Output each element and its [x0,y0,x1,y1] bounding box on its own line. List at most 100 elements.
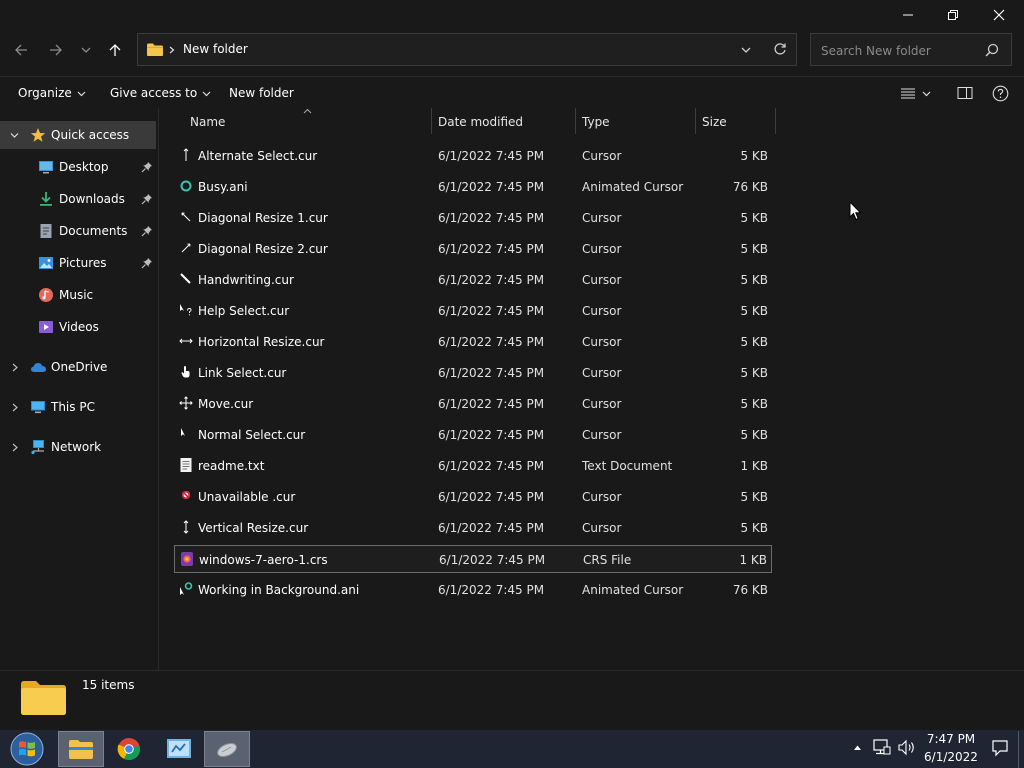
taskbar-control-panel[interactable] [156,731,202,767]
network-status-icon[interactable] [873,739,891,756]
file-row[interactable]: Link Select.cur 6/1/2022 7:45 PM Cursor … [174,359,772,387]
cursor-file-icon [183,148,189,161]
close-button[interactable] [976,0,1022,30]
file-row[interactable]: Handwriting.cur 6/1/2022 7:45 PM Cursor … [174,266,772,294]
clock-time[interactable]: 7:47 PM [924,732,978,746]
file-date: 6/1/2022 7:45 PM [438,459,545,473]
organize-button[interactable]: Organize [18,84,86,102]
search-icon[interactable] [985,43,999,57]
file-row[interactable]: Unavailable .cur 6/1/2022 7:45 PM Cursor… [174,483,772,511]
nav-desktop[interactable]: Desktop [0,153,156,181]
file-row[interactable]: readme.txt 6/1/2022 7:45 PM Text Documen… [174,452,772,480]
large-folder-icon [21,681,66,715]
file-type: Cursor [582,397,622,411]
forward-button[interactable] [43,38,69,62]
download-icon [40,192,52,206]
taskbar-mouse-properties[interactable] [204,731,250,767]
column-divider[interactable] [695,108,696,134]
taskbar-chrome[interactable] [106,731,152,767]
sort-ascending-icon [303,108,312,114]
file-row[interactable]: Diagonal Resize 1.cur 6/1/2022 7:45 PM C… [174,204,772,232]
file-row[interactable]: Working in Background.ani 6/1/2022 7:45 … [174,576,772,604]
file-name: windows-7-aero-1.crs [199,553,328,567]
show-desktop-button[interactable] [1018,731,1024,768]
give-access-button[interactable]: Give access to [110,84,211,102]
column-divider[interactable] [775,108,776,134]
file-size: 5 KB [740,490,768,504]
file-row-selected[interactable]: windows-7-aero-1.crs 6/1/2022 7:45 PM CR… [174,545,772,573]
file-row[interactable]: Help Select.cur 6/1/2022 7:45 PM Cursor … [174,297,772,325]
restore-button[interactable] [930,0,976,30]
nav-videos[interactable]: Videos [0,313,156,341]
file-name: Alternate Select.cur [198,149,318,163]
column-divider[interactable] [431,108,432,134]
pin-icon[interactable] [141,257,153,269]
back-button[interactable] [8,38,34,62]
nav-pictures[interactable]: Pictures [0,249,156,277]
pin-icon[interactable] [141,225,153,237]
file-row[interactable]: Vertical Resize.cur 6/1/2022 7:45 PM Cur… [174,514,772,542]
file-size: 5 KB [740,304,768,318]
address-bar[interactable]: New folder [137,33,797,66]
help-button[interactable] [992,84,1009,102]
file-row[interactable]: Horizontal Resize.cur 6/1/2022 7:45 PM C… [174,328,772,356]
new-folder-label: New folder [229,86,294,100]
file-name: Diagonal Resize 1.cur [198,211,328,225]
nav-network[interactable]: Network [0,433,156,461]
column-header-type[interactable]: Type [582,108,692,136]
show-hidden-icons-icon[interactable] [853,744,862,751]
chevron-right-icon [169,46,175,54]
file-row[interactable]: Alternate Select.cur 6/1/2022 7:45 PM Cu… [174,142,772,170]
clock-date[interactable]: 6/1/2022 [924,750,978,764]
taskbar-file-explorer[interactable] [58,731,104,767]
start-button[interactable] [4,731,50,767]
file-type: Cursor [582,211,622,225]
file-size: 5 KB [740,242,768,256]
file-row[interactable]: Move.cur 6/1/2022 7:45 PM Cursor 5 KB [174,390,772,418]
diagonal-resize-icon [181,212,191,222]
file-type: Cursor [582,304,622,318]
address-path[interactable]: New folder [183,42,248,56]
nav-this-pc[interactable]: This PC [0,393,156,421]
nav-downloads[interactable]: Downloads [0,185,156,213]
crs-file-icon [181,552,193,566]
column-date-label: Date modified [438,115,524,129]
notification-icon[interactable] [991,739,1009,757]
nav-onedrive[interactable]: OneDrive [0,353,156,381]
file-size: 76 KB [732,180,768,194]
list-view-icon [901,88,915,99]
file-row[interactable]: Normal Select.cur 6/1/2022 7:45 PM Curso… [174,421,772,449]
column-header-date[interactable]: Date modified [438,108,573,136]
chevron-right-icon[interactable] [11,363,19,372]
chevron-down-icon[interactable] [10,131,19,140]
nav-music[interactable]: Music [0,281,156,309]
new-folder-button[interactable]: New folder [229,84,294,102]
view-options-button[interactable] [900,84,931,102]
details-pane-button[interactable] [957,84,973,102]
search-input[interactable] [819,40,983,62]
nav-quick-access[interactable]: Quick access [0,121,156,149]
pin-icon[interactable] [141,193,153,205]
column-header-size[interactable]: Size [702,108,772,136]
chevron-right-icon[interactable] [11,443,19,452]
file-row[interactable]: Busy.ani 6/1/2022 7:45 PM Animated Curso… [174,173,772,201]
file-date: 6/1/2022 7:45 PM [438,149,545,163]
chevron-right-icon[interactable] [11,403,19,412]
file-name: Diagonal Resize 2.cur [198,242,328,256]
file-type: Cursor [582,242,622,256]
chevron-down-icon [922,91,931,96]
file-date: 6/1/2022 7:45 PM [438,521,545,535]
minimize-button[interactable] [885,0,931,30]
file-type: Animated Cursor [582,180,684,194]
nav-documents[interactable]: Documents [0,217,156,245]
volume-icon[interactable] [898,739,917,756]
recent-locations-button[interactable] [74,38,98,62]
pin-icon[interactable] [141,161,153,173]
up-button[interactable] [102,38,128,62]
column-divider[interactable] [575,108,576,134]
file-row[interactable]: Diagonal Resize 2.cur 6/1/2022 7:45 PM C… [174,235,772,263]
address-dropdown-icon[interactable] [741,45,751,55]
search-box[interactable] [810,33,1012,66]
refresh-icon[interactable] [773,42,787,56]
hand-pointer-icon [181,366,190,378]
